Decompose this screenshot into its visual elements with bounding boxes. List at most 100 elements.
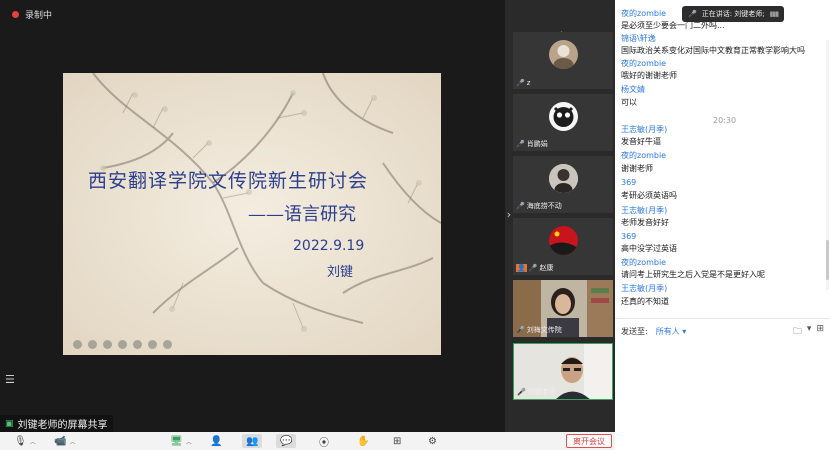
mic-icon: 🎤	[516, 140, 525, 148]
chat-sender-name[interactable]: 王志敏(月季)	[621, 283, 667, 294]
screen-share-label: 刘键老师的屏幕共享	[17, 420, 108, 431]
share-screen-button[interactable]: 🖥 ︿	[170, 434, 192, 448]
chat-sender-name[interactable]: 王志敏(月季)	[621, 205, 667, 216]
slide-subtitle: ——语言研究	[248, 204, 356, 225]
presentation-slide: 西安翻译学院文传院新生研讨会 ——语言研究 2022.9.19 刘键	[63, 73, 441, 355]
participant-name: 🎤 肖鹏娟	[516, 140, 548, 148]
mic-icon: 🎤	[516, 202, 525, 210]
send-to-row: 发送至: 所有人 ▾	[621, 326, 686, 337]
expand-panel-icon[interactable]: ›	[505, 208, 513, 221]
add-user-icon: 👤	[210, 435, 223, 447]
microphone-icon: 🎙	[14, 435, 27, 447]
participant-tile[interactable]: 🎤 刘梅文传院	[513, 280, 613, 337]
chat-message-text: 还真的不知道	[621, 297, 669, 306]
chevron-down-icon[interactable]: ▾	[807, 324, 812, 340]
mic-icon: 🎤	[516, 79, 525, 87]
slide-date: 2022.9.19	[293, 238, 365, 254]
share-screen-icon: ▣	[5, 418, 14, 429]
chat-sender-name[interactable]: 杨文婧	[621, 84, 645, 95]
speaking-indicator: 🎤 正在讲话: 刘键老师; ▮▮▮	[682, 6, 785, 22]
menu-list-icon[interactable]: ☰	[5, 373, 15, 386]
slide-control-icon[interactable]	[103, 340, 112, 349]
recording-label: 录制中	[25, 11, 53, 21]
slide-control-icon[interactable]	[163, 340, 172, 349]
host-badge-icon: 👤	[516, 264, 527, 272]
more-icon[interactable]: ⊞	[816, 324, 824, 340]
chat-timestamp: 20:30	[713, 116, 737, 125]
participants-button[interactable]: 👥	[242, 434, 263, 448]
chat-tools: 🗀 ▾ ⊞	[793, 324, 824, 340]
leave-meeting-button[interactable]: 离开会议	[566, 434, 612, 448]
chevron-up-icon[interactable]: ︿	[30, 437, 36, 446]
chat-message-text: 谢谢老师	[621, 164, 653, 173]
slide-control-icon[interactable]	[133, 340, 142, 349]
chat-panel: 夜的zombie 是必须至少要会一门二外吗... 锦语\轩逸 国际政治关系变化对国际中…	[615, 0, 830, 450]
apps-icon: ⊞	[393, 435, 402, 447]
chevron-up-icon[interactable]: ︿	[69, 437, 75, 446]
record-icon	[12, 11, 19, 18]
avatar	[549, 102, 578, 131]
participant-tile-active[interactable]: 🎤 刘键老师	[513, 343, 613, 400]
slide-control-icon[interactable]	[118, 340, 127, 349]
record-button[interactable]: ⦿	[319, 434, 329, 449]
video-button[interactable]: 📹 ︿	[54, 434, 75, 448]
slide-author: 刘键	[327, 265, 354, 280]
chat-sender-name[interactable]: 夜的zombie	[621, 150, 666, 161]
chat-button[interactable]: 💬	[276, 434, 297, 448]
settings-button[interactable]: ⚙	[428, 434, 437, 448]
share-screen-icon: 🖥	[170, 435, 183, 447]
chat-message-text: 考研必须英语吗	[621, 191, 677, 200]
chat-message-text: 请问考上研究生之后入党是不是更好入呢	[621, 270, 765, 279]
slide-title: 西安翻译学院文传院新生研讨会	[88, 170, 369, 192]
chat-sender-name[interactable]: 369	[621, 177, 636, 188]
participant-tile[interactable]: 👤 🎤 赵康	[513, 218, 613, 275]
participant-name: 🎤 刘梅文传院	[516, 326, 562, 334]
chat-message-text: 国际政治关系变化对国际中文教育正常教学影响大吗	[621, 46, 805, 55]
chat-sender-name[interactable]: 王志敏(月季)	[621, 124, 667, 135]
chevron-up-icon[interactable]: ︿	[186, 437, 192, 446]
chat-message-text: 哦好的谢谢老师	[621, 71, 677, 80]
chat-message-text: 发音好牛逼	[621, 137, 661, 146]
slide-controls[interactable]	[73, 340, 172, 349]
hand-icon: ✋	[357, 435, 370, 447]
participants-icon: 👥	[246, 435, 259, 447]
mic-icon: 🎤	[528, 264, 538, 272]
chat-sender-name[interactable]: 夜的zombie	[621, 8, 666, 19]
volume-icon: ▮▮▮	[769, 10, 780, 18]
chat-sender-name[interactable]: 369	[621, 231, 636, 242]
meeting-toolbar: 🎙 ︿ 📹 ︿ 🖥 ︿ 👤 👥 💬 ⦿ ✋ ⊞ ⚙ 离开会议	[0, 432, 615, 450]
send-to-label: 发送至:	[621, 327, 648, 336]
screen-share-area: 录制中 西安翻译学院文传院新生研讨会 ——语言研究 2022.9.19 刘键 ☰…	[0, 0, 505, 432]
chat-message-text: 高中没学过英语	[621, 244, 677, 253]
mic-icon: 🎤	[516, 326, 525, 334]
chat-scrollbar[interactable]	[826, 40, 829, 290]
recording-indicator[interactable]: 录制中	[12, 8, 52, 21]
chat-sender-name[interactable]: 夜的zombie	[621, 257, 666, 268]
invite-button[interactable]: 👤	[210, 434, 222, 448]
send-to-dropdown[interactable]: 所有人 ▾	[656, 326, 687, 337]
chat-sender-name[interactable]: 锦语\轩逸	[621, 33, 656, 44]
screen-share-tag: ▣ 刘键老师的屏幕共享	[0, 415, 113, 432]
raise-hand-button[interactable]: ✋	[357, 434, 369, 448]
participant-strip: ︿ › 🎤z 🎤肖鹏娟 🎤海底捞不动 👤🎤赵康	[505, 0, 615, 432]
slide-control-icon[interactable]	[148, 340, 157, 349]
mic-icon: 🎤	[517, 388, 526, 396]
camera-off-icon: 📹	[54, 435, 67, 447]
mute-button[interactable]: 🎙 ︿	[14, 434, 36, 448]
apps-button[interactable]: ⊞	[393, 434, 401, 448]
file-icon[interactable]: 🗀	[793, 324, 802, 340]
participant-tile[interactable]: 🎤 肖鹏娟	[513, 94, 613, 151]
participant-tile[interactable]: 🎤 海底捞不动	[513, 156, 613, 213]
avatar	[549, 164, 578, 193]
chat-icon: 💬	[280, 435, 293, 447]
participant-name: 👤 🎤 赵康	[516, 264, 554, 272]
chat-message-text: 老师发音好好	[621, 218, 669, 227]
slide-control-icon[interactable]	[88, 340, 97, 349]
gear-icon: ⚙	[428, 435, 437, 447]
chat-message-text: 可以	[621, 98, 637, 107]
participant-name: 🎤 海底捞不动	[516, 202, 562, 210]
chat-sender-name[interactable]: 夜的zombie	[621, 58, 666, 69]
meeting-window: 录制中 西安翻译学院文传院新生研讨会 ——语言研究 2022.9.19 刘键 ☰…	[0, 0, 830, 450]
participant-tile[interactable]: 🎤 z	[513, 32, 613, 89]
slide-control-icon[interactable]	[73, 340, 82, 349]
